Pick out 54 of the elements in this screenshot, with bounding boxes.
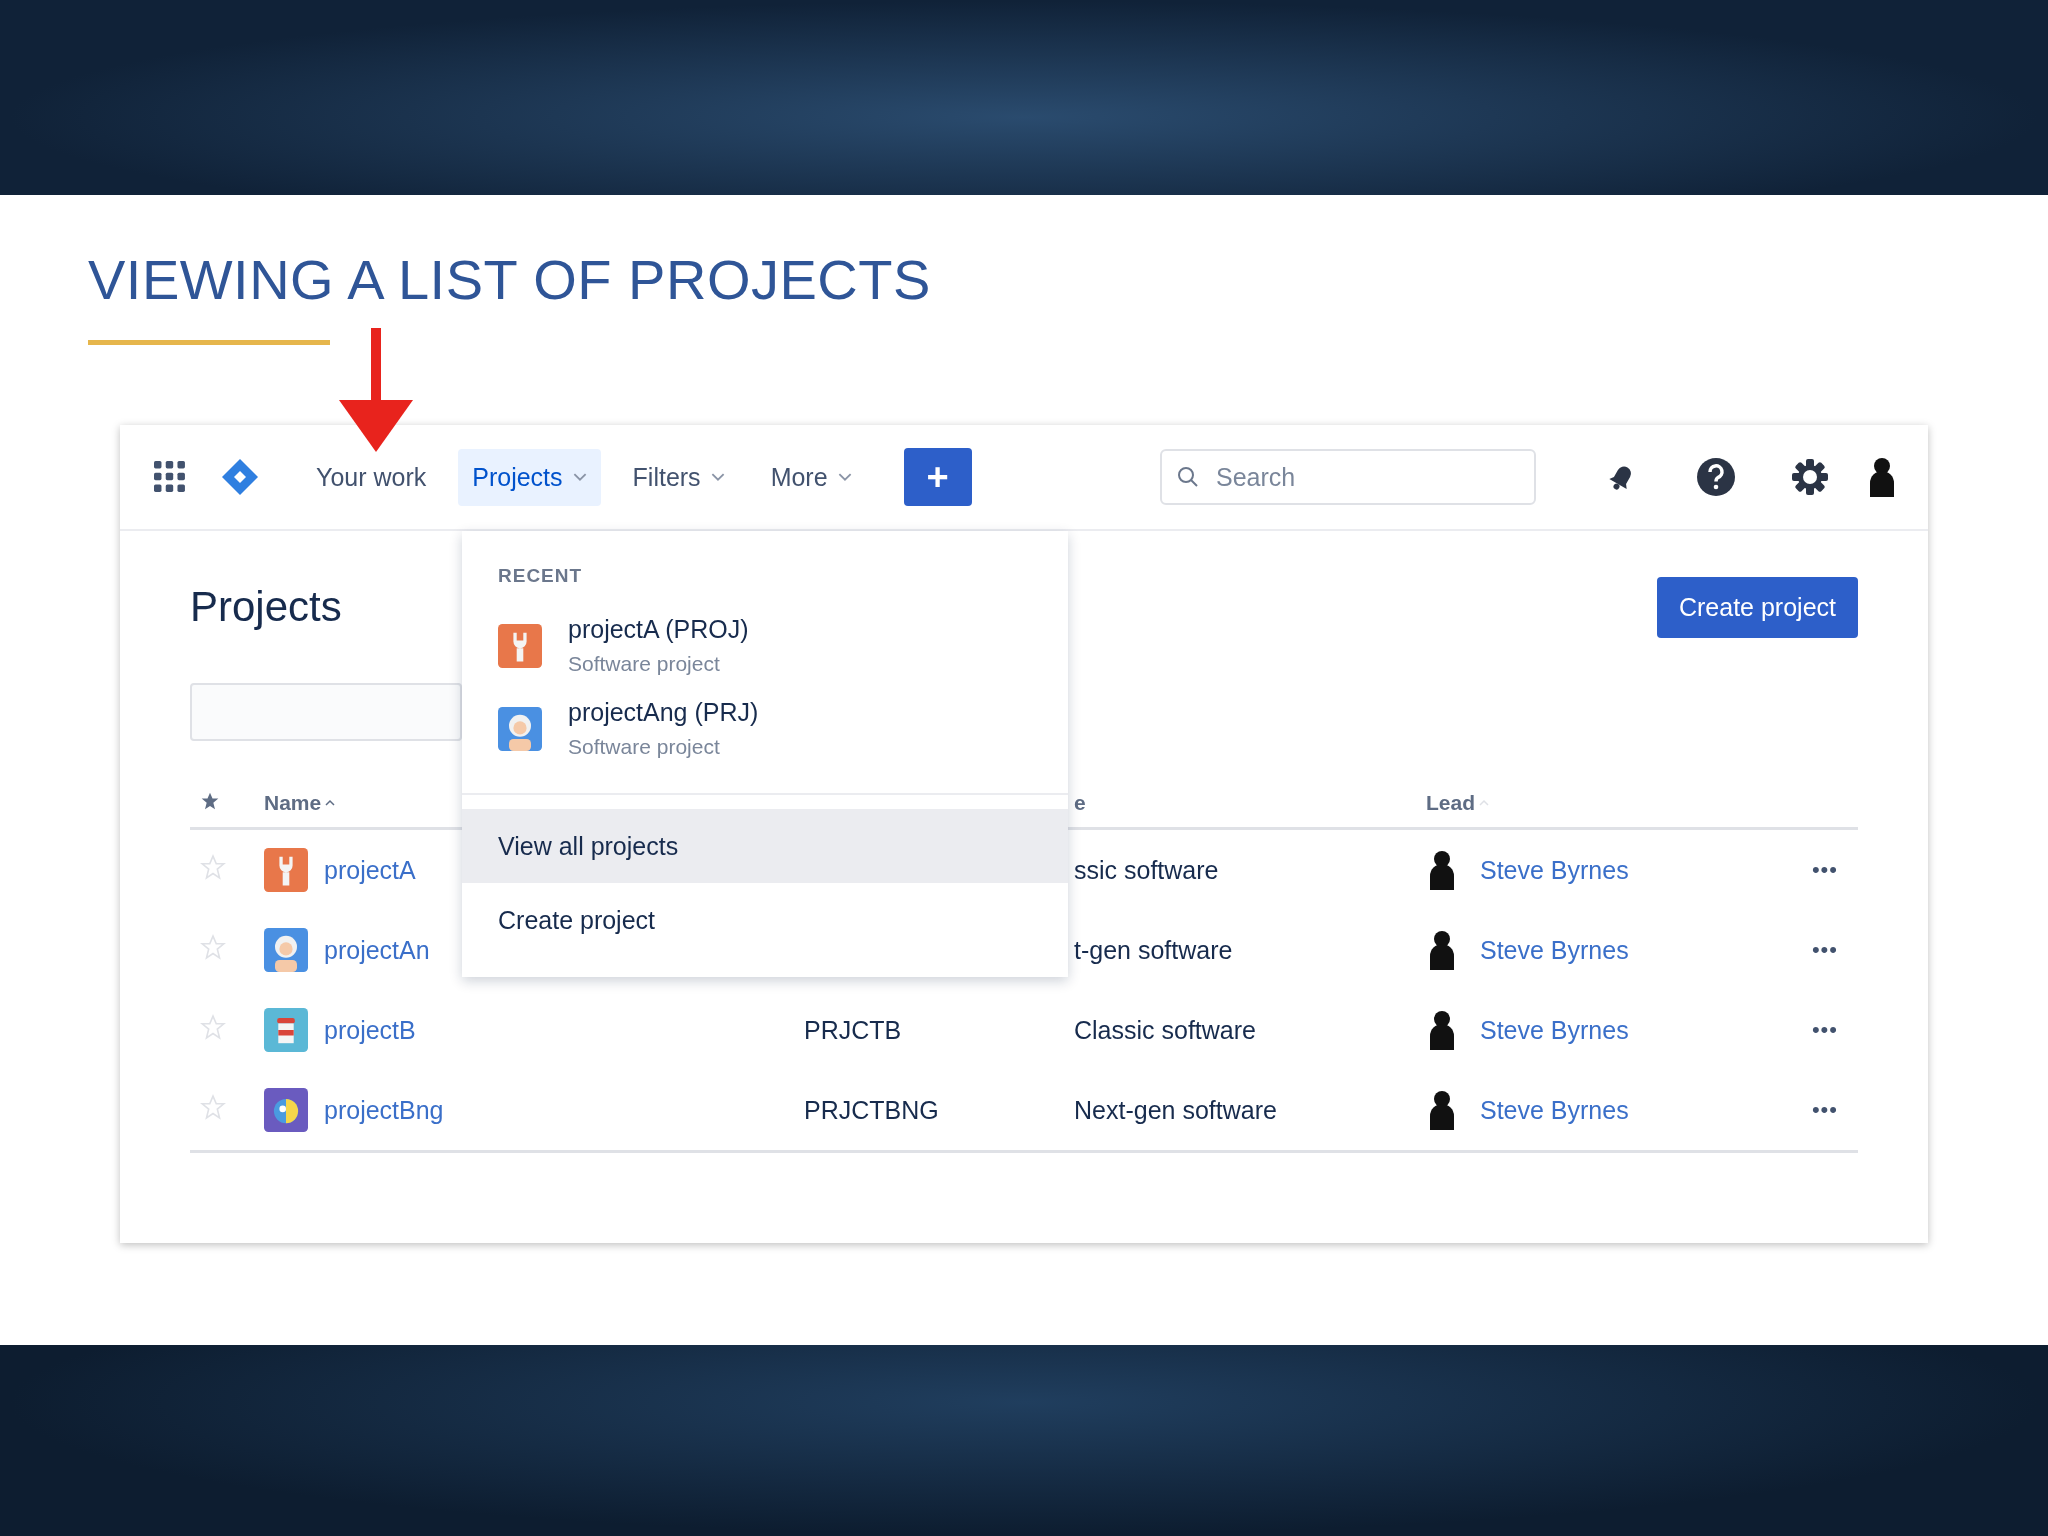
slide-title: VIEWING A LIST OF PROJECTS [87, 247, 932, 312]
lead-link[interactable]: Steve Byrnes [1480, 935, 1629, 965]
create-project-button[interactable]: Create project [1656, 576, 1858, 638]
column-header[interactable]: Name [264, 791, 322, 815]
more-actions-button[interactable]: ••• [1811, 1097, 1838, 1122]
nav-tab[interactable]: Filters [618, 448, 739, 506]
filter-field[interactable] [190, 683, 462, 741]
project-link[interactable]: projectA [324, 855, 416, 885]
column-header[interactable]: e [1074, 791, 1086, 814]
star-icon[interactable] [200, 854, 226, 880]
person-icon [264, 928, 308, 972]
lead-link[interactable]: Steve Byrnes [1480, 1095, 1629, 1125]
wrench-icon [264, 848, 308, 892]
project-link[interactable]: projectBng [324, 1095, 444, 1125]
help-icon[interactable] [1696, 457, 1736, 497]
more-actions-button[interactable]: ••• [1811, 1017, 1838, 1042]
recent-project-name[interactable]: projectA (PROJ) [568, 615, 749, 644]
nav-tab[interactable]: Projects [458, 448, 601, 506]
star-icon[interactable] [200, 934, 226, 960]
project-key: PRJCTB [804, 1015, 902, 1044]
project-link[interactable]: projectAn [324, 935, 430, 965]
project-subtitle: Software project [568, 652, 721, 676]
dropdown-menu-item[interactable]: Create project [462, 883, 1068, 957]
create-button[interactable]: + [903, 448, 972, 506]
diamond-logo-icon[interactable] [220, 457, 260, 497]
search-icon [1176, 465, 1200, 489]
project-type: Classic software [1074, 1015, 1256, 1044]
project-link[interactable]: projectB [324, 1015, 416, 1045]
star-icon[interactable] [200, 1014, 226, 1040]
recent-project-name[interactable]: projectAng (PRJ) [568, 698, 759, 727]
dropdown-menu-item[interactable]: View all projects [462, 809, 1068, 883]
search-field[interactable]: Search [1160, 449, 1536, 505]
app-grid-icon[interactable] [154, 461, 186, 493]
nav-tab[interactable]: More [756, 448, 866, 506]
page-title: Projects [190, 583, 342, 631]
person-icon [498, 706, 542, 751]
dropdown-heading: RECENT [497, 565, 584, 587]
project-type: t-gen software [1074, 935, 1233, 964]
lead-link[interactable]: Steve Byrnes [1480, 1015, 1629, 1045]
wrench-icon [498, 623, 542, 668]
project-key: PRJCTBNG [804, 1095, 939, 1124]
project-subtitle: Software project [568, 735, 721, 759]
sort-icon[interactable] [325, 798, 336, 808]
settings-icon[interactable] [1790, 457, 1830, 497]
column-header[interactable]: Lead [1426, 791, 1475, 815]
star-icon[interactable] [200, 1094, 226, 1120]
more-actions-button[interactable]: ••• [1811, 937, 1838, 962]
nav-tab[interactable]: Your work [302, 448, 441, 506]
more-actions-button[interactable]: ••• [1811, 857, 1838, 882]
bird-icon [264, 1088, 308, 1132]
project-type: ssic software [1074, 855, 1219, 884]
cup-icon [264, 1008, 308, 1052]
lead-link[interactable]: Steve Byrnes [1480, 855, 1629, 885]
project-type: Next-gen software [1074, 1095, 1277, 1124]
